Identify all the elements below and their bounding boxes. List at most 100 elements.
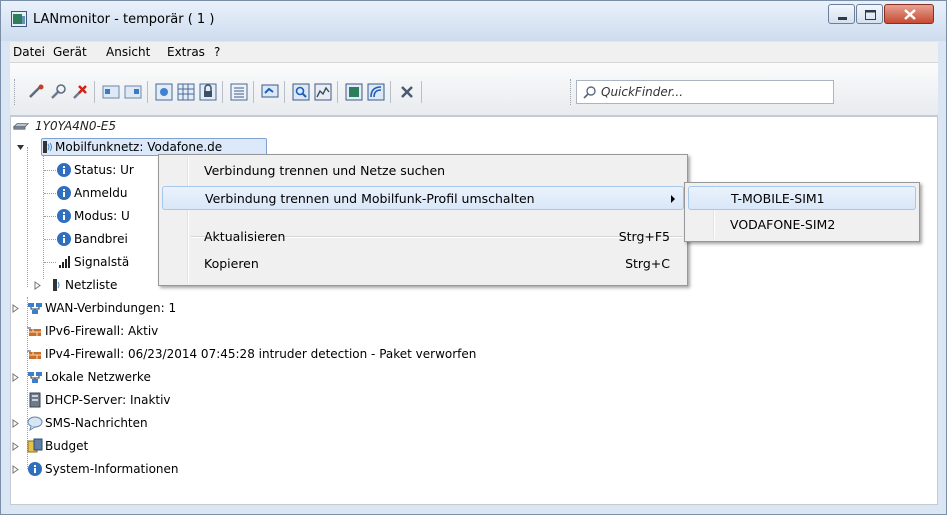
firewall-icon [27, 350, 41, 359]
sms-bubble-icon [27, 416, 43, 431]
remove-device-icon[interactable] [71, 83, 89, 101]
search-icon [583, 86, 596, 99]
menu-help[interactable]: ? [214, 45, 220, 59]
budget-icon [27, 438, 43, 453]
menu-item-label: Aktualisieren [204, 229, 286, 244]
tree-line [44, 193, 56, 194]
menu-item-shortcut: Strg+C [625, 256, 670, 271]
toolbar-separator [253, 81, 254, 103]
submenu-arrow-icon [671, 195, 675, 203]
search-device-icon[interactable] [49, 83, 67, 101]
status-label: Status: Ur [74, 163, 134, 177]
profile-submenu: T-MOBILE-SIM1 VODAFONE-SIM2 [684, 182, 920, 242]
system-info-label: System-Informationen [45, 462, 179, 476]
menu-item-label: Verbindung trennen und Mobilfunk-Profil … [205, 191, 535, 206]
menu-item-label: Kopieren [204, 256, 259, 271]
connect-device-icon[interactable] [27, 83, 45, 101]
toolbar-separator [284, 81, 285, 103]
toolbar-grip[interactable] [570, 79, 574, 105]
graph-icon[interactable] [314, 83, 332, 101]
lock-icon[interactable] [199, 83, 217, 101]
menu-ansicht[interactable]: Ansicht [106, 45, 150, 59]
details-icon[interactable] [155, 83, 173, 101]
toolbar-separator [147, 81, 148, 103]
submenu-item-tmobile[interactable]: T-MOBILE-SIM1 [688, 186, 916, 210]
collapse-arrow-icon[interactable] [16, 143, 25, 152]
ipv4-firewall-label: IPv4-Firewall: 06/23/2014 07:45:28 intru… [45, 347, 477, 361]
cellular-antenna-icon [53, 279, 60, 291]
info-icon [57, 209, 71, 223]
tree-line [44, 170, 56, 171]
maximize-icon [865, 10, 876, 20]
info-icon [57, 186, 71, 200]
expand-arrow-icon[interactable] [33, 281, 42, 290]
title-bar[interactable]: LANmonitor - temporär ( 1 ) [1, 1, 946, 41]
signalstaerke-label: Signalstä [74, 255, 130, 269]
expand-icon[interactable] [124, 83, 142, 101]
close-button[interactable] [884, 4, 934, 24]
budget-label: Budget [45, 439, 89, 453]
window-title: LANmonitor - temporär ( 1 ) [33, 12, 215, 27]
modus-label: Modus: U [74, 209, 130, 223]
info-icon [57, 163, 71, 177]
toolbar-separator [337, 81, 338, 103]
device-name: 1Y0YA4N0-E5 [35, 119, 116, 133]
menu-item-switch-profile[interactable]: Verbindung trennen und Mobilfunk-Profil … [162, 186, 684, 210]
table-icon[interactable] [177, 83, 195, 101]
anmeldung-label: Anmeldu [74, 186, 128, 200]
submenu-item-label: T-MOBILE-SIM1 [731, 191, 825, 206]
toolbar-separator [421, 81, 422, 103]
lanmonitor-app-icon [11, 11, 27, 27]
find-icon[interactable] [292, 83, 310, 101]
router-icon [13, 123, 29, 130]
maximize-button[interactable] [856, 4, 883, 24]
menu-bar: Datei Gerät Ansicht Extras ? [10, 42, 938, 63]
menu-item-disconnect-search[interactable]: Verbindung trennen und Netze suchen [162, 159, 684, 183]
tree-line [44, 262, 56, 263]
menu-item-copy[interactable]: Kopieren Strg+C [162, 252, 684, 276]
signal-strength-icon [59, 256, 70, 268]
expand-arrow-icon[interactable] [11, 442, 20, 451]
toolbar-separator [94, 81, 95, 103]
wireless-icon[interactable] [367, 83, 385, 101]
network-icon [28, 303, 42, 314]
app-window: LANmonitor - temporär ( 1 ) Datei Gerät … [0, 0, 947, 515]
ipv6-firewall-label: IPv6-Firewall: Aktiv [45, 324, 159, 338]
menu-item-shortcut: Strg+F5 [618, 229, 670, 244]
menu-item-refresh[interactable]: Aktualisieren Strg+F5 [162, 225, 684, 249]
toolbar-grip[interactable] [14, 79, 18, 105]
quickfinder-box[interactable] [576, 80, 834, 104]
tools-icon[interactable] [398, 83, 416, 101]
expand-arrow-icon[interactable] [11, 304, 20, 313]
menu-item-label: Verbindung trennen und Netze suchen [204, 163, 446, 178]
minimize-button[interactable] [828, 4, 855, 24]
tree-line [44, 239, 56, 240]
dhcp-server-label: DHCP-Server: Inaktiv [45, 393, 171, 407]
wan-label: WAN-Verbindungen: 1 [45, 301, 177, 315]
expand-arrow-icon[interactable] [11, 419, 20, 428]
minimize-icon [838, 17, 847, 20]
quickfinder-input[interactable] [601, 84, 826, 100]
list-icon[interactable] [230, 83, 248, 101]
window-icon[interactable] [345, 83, 363, 101]
info-icon [28, 462, 42, 476]
toolbar [10, 63, 938, 116]
server-icon [29, 392, 41, 408]
tree-line [43, 155, 44, 279]
lokale-netzwerke-label: Lokale Netzwerke [45, 370, 151, 384]
submenu-item-label: VODAFONE-SIM2 [730, 217, 836, 232]
menu-extras[interactable]: Extras [167, 45, 205, 59]
expand-arrow-icon[interactable] [11, 465, 20, 474]
toolbar-separator [222, 81, 223, 103]
submenu-item-vodafone[interactable]: VODAFONE-SIM2 [688, 213, 916, 237]
netzliste-label: Netzliste [65, 278, 118, 292]
tree-line [27, 147, 28, 287]
tree-line [44, 216, 56, 217]
menu-geraet[interactable]: Gerät [53, 45, 87, 59]
menu-datei[interactable]: Datei [13, 45, 45, 59]
cellular-antenna-icon [43, 141, 52, 153]
context-menu: Verbindung trennen und Netze suchen Verb… [158, 154, 688, 286]
monitor-icon[interactable] [261, 83, 279, 101]
expand-arrow-icon[interactable] [11, 373, 20, 382]
collapse-icon[interactable] [102, 83, 120, 101]
